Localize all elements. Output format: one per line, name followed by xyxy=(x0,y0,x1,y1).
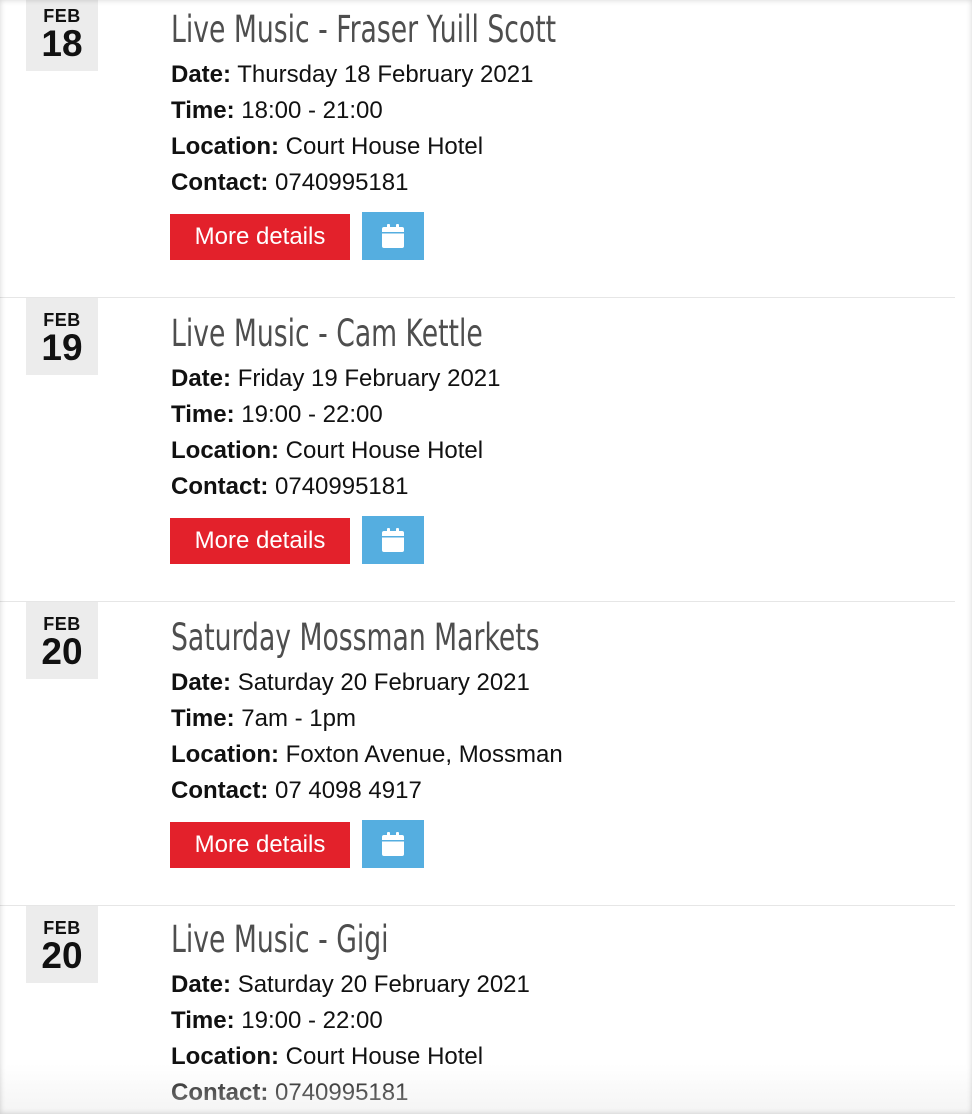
date-day: 18 xyxy=(41,23,83,64)
event-location-line: Location: Court House Hotel xyxy=(171,132,483,162)
date-value: Thursday 18 February 2021 xyxy=(237,61,534,88)
event-time-line: Time: 7am - 1pm xyxy=(171,704,356,734)
time-label: Time: xyxy=(171,401,235,428)
date-label: Date: xyxy=(171,365,232,392)
event-time-line: Time: 18:00 - 21:00 xyxy=(171,96,383,126)
contact-value: 07 4098 4917 xyxy=(275,777,422,804)
contact-label: Contact: xyxy=(171,1079,269,1106)
location-value: Court House Hotel xyxy=(285,437,484,464)
time-label: Time: xyxy=(171,97,235,124)
event-title[interactable]: Live Music - Fraser Yuill Scott xyxy=(171,7,556,53)
contact-label: Contact: xyxy=(171,777,269,804)
location-label: Location: xyxy=(171,1043,279,1070)
event-contact-line: Contact: 07 4098 4917 xyxy=(171,776,422,806)
date-label: Date: xyxy=(171,971,232,998)
event-time-line: Time: 19:00 - 22:00 xyxy=(171,400,383,430)
contact-label: Contact: xyxy=(171,473,269,500)
contact-value: 0740995181 xyxy=(275,1079,409,1106)
event-date-line: Date: Saturday 20 February 2021 xyxy=(171,668,530,698)
date-badge: FEB 18 xyxy=(26,0,98,71)
event-time-line: Time: 19:00 - 22:00 xyxy=(171,1006,383,1036)
date-value: Saturday 20 February 2021 xyxy=(237,669,530,696)
date-badge: FEB 20 xyxy=(26,906,98,983)
location-value: Foxton Avenue, Mossman xyxy=(285,741,563,768)
add-to-calendar-button[interactable] xyxy=(362,212,424,260)
time-value: 19:00 - 22:00 xyxy=(241,401,383,428)
calendar-icon xyxy=(382,224,404,248)
event-item: FEB 20 Live Music - Gigi Date: Saturday … xyxy=(0,906,955,1114)
location-value: Court House Hotel xyxy=(285,133,484,160)
calendar-icon xyxy=(382,528,404,552)
event-date-line: Date: Saturday 20 February 2021 xyxy=(171,970,530,1000)
event-date-line: Date: Thursday 18 February 2021 xyxy=(171,60,533,90)
calendar-icon xyxy=(382,832,404,856)
event-location-line: Location: Court House Hotel xyxy=(171,1042,483,1072)
date-badge: FEB 20 xyxy=(26,602,98,679)
add-to-calendar-button[interactable] xyxy=(362,516,424,564)
date-day: 20 xyxy=(41,631,83,672)
time-value: 18:00 - 21:00 xyxy=(241,97,383,124)
event-date-line: Date: Friday 19 February 2021 xyxy=(171,364,501,394)
date-month: FEB xyxy=(43,6,81,26)
more-details-button[interactable]: More details xyxy=(170,518,350,564)
event-item: FEB 18 Live Music - Fraser Yuill Scott D… xyxy=(0,0,955,298)
event-item: FEB 20 Saturday Mossman Markets Date: Sa… xyxy=(0,602,955,906)
date-month: FEB xyxy=(43,918,81,938)
event-contact-line: Contact: 0740995181 xyxy=(171,168,408,198)
event-title[interactable]: Saturday Mossman Markets xyxy=(171,615,540,661)
date-month: FEB xyxy=(43,310,81,330)
more-details-button[interactable]: More details xyxy=(170,822,350,868)
date-day: 20 xyxy=(41,935,83,976)
date-month: FEB xyxy=(43,614,81,634)
event-contact-line: Contact: 0740995181 xyxy=(171,1078,408,1108)
event-title[interactable]: Live Music - Gigi xyxy=(171,917,389,963)
contact-label: Contact: xyxy=(171,169,269,196)
contact-value: 0740995181 xyxy=(275,473,409,500)
date-value: Saturday 20 February 2021 xyxy=(237,971,530,998)
event-contact-line: Contact: 0740995181 xyxy=(171,472,408,502)
date-badge: FEB 19 xyxy=(26,298,98,375)
time-value: 7am - 1pm xyxy=(241,705,356,732)
add-to-calendar-button[interactable] xyxy=(362,820,424,868)
location-value: Court House Hotel xyxy=(285,1043,484,1070)
date-day: 19 xyxy=(41,327,83,368)
time-value: 19:00 - 22:00 xyxy=(241,1007,383,1034)
more-details-button[interactable]: More details xyxy=(170,214,350,260)
contact-value: 0740995181 xyxy=(275,169,409,196)
location-label: Location: xyxy=(171,133,279,160)
event-location-line: Location: Court House Hotel xyxy=(171,436,483,466)
event-location-line: Location: Foxton Avenue, Mossman xyxy=(171,740,563,770)
location-label: Location: xyxy=(171,437,279,464)
event-title[interactable]: Live Music - Cam Kettle xyxy=(171,311,483,357)
time-label: Time: xyxy=(171,705,235,732)
date-label: Date: xyxy=(171,669,232,696)
location-label: Location: xyxy=(171,741,279,768)
event-item: FEB 19 Live Music - Cam Kettle Date: Fri… xyxy=(0,298,955,602)
date-value: Friday 19 February 2021 xyxy=(237,365,501,392)
time-label: Time: xyxy=(171,1007,235,1034)
date-label: Date: xyxy=(171,61,232,88)
